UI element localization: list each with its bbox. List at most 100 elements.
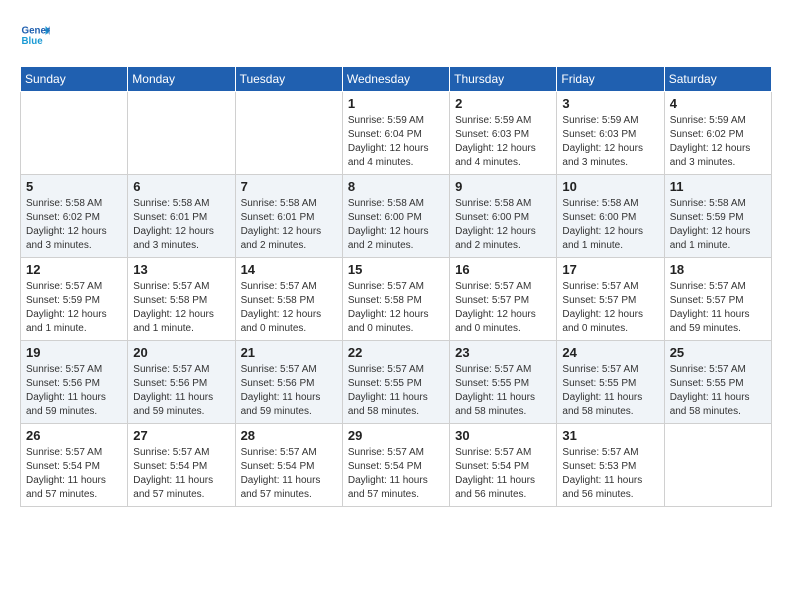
weekday-header-sunday: Sunday — [21, 67, 128, 92]
day-info: Sunrise: 5:57 AM Sunset: 5:53 PM Dayligh… — [562, 446, 658, 502]
day-number: 4 — [670, 96, 766, 111]
day-number: 1 — [348, 96, 444, 111]
day-number: 27 — [133, 428, 229, 443]
day-info: Sunrise: 5:59 AM Sunset: 6:02 PM Dayligh… — [670, 114, 766, 170]
day-cell-6: 6 Sunrise: 5:58 AM Sunset: 6:01 PM Daylig… — [128, 175, 235, 258]
day-number: 26 — [26, 428, 122, 443]
day-info: Sunrise: 5:57 AM Sunset: 5:56 PM Dayligh… — [241, 363, 337, 419]
day-info: Sunrise: 5:58 AM Sunset: 6:01 PM Dayligh… — [241, 197, 337, 253]
weekday-header-friday: Friday — [557, 67, 664, 92]
day-cell-27: 27 Sunrise: 5:57 AM Sunset: 5:54 PM Dayli… — [128, 424, 235, 507]
day-info: Sunrise: 5:57 AM Sunset: 5:58 PM Dayligh… — [348, 280, 444, 336]
day-info: Sunrise: 5:58 AM Sunset: 6:00 PM Dayligh… — [348, 197, 444, 253]
day-cell-25: 25 Sunrise: 5:57 AM Sunset: 5:55 PM Dayli… — [664, 341, 771, 424]
day-cell-4: 4 Sunrise: 5:59 AM Sunset: 6:02 PM Daylig… — [664, 92, 771, 175]
day-number: 8 — [348, 179, 444, 194]
day-number: 22 — [348, 345, 444, 360]
day-number: 17 — [562, 262, 658, 277]
day-cell-18: 18 Sunrise: 5:57 AM Sunset: 5:57 PM Dayli… — [664, 258, 771, 341]
week-row-1: 1Sunrise: 5:59 AM Sunset: 6:04 PM Daylig… — [21, 92, 772, 175]
day-cell-28: 28 Sunrise: 5:57 AM Sunset: 5:54 PM Dayli… — [235, 424, 342, 507]
day-cell-5: 5 Sunrise: 5:58 AM Sunset: 6:02 PM Daylig… — [21, 175, 128, 258]
day-number: 13 — [133, 262, 229, 277]
day-info: Sunrise: 5:57 AM Sunset: 5:57 PM Dayligh… — [562, 280, 658, 336]
logo: General Blue — [20, 20, 54, 50]
day-info: Sunrise: 5:57 AM Sunset: 5:55 PM Dayligh… — [562, 363, 658, 419]
day-number: 6 — [133, 179, 229, 194]
day-info: Sunrise: 5:58 AM Sunset: 6:02 PM Dayligh… — [26, 197, 122, 253]
day-info: Sunrise: 5:57 AM Sunset: 5:56 PM Dayligh… — [133, 363, 229, 419]
day-number: 11 — [670, 179, 766, 194]
day-number: 29 — [348, 428, 444, 443]
day-cell-8: 8 Sunrise: 5:58 AM Sunset: 6:00 PM Daylig… — [342, 175, 449, 258]
day-cell-26: 26Sunrise: 5:57 AM Sunset: 5:54 PM Dayli… — [21, 424, 128, 507]
day-info: Sunrise: 5:58 AM Sunset: 5:59 PM Dayligh… — [670, 197, 766, 253]
day-cell-30: 30 Sunrise: 5:57 AM Sunset: 5:54 PM Dayli… — [450, 424, 557, 507]
weekday-header-row: SundayMondayTuesdayWednesdayThursdayFrid… — [21, 67, 772, 92]
day-cell-10: 10Sunrise: 5:58 AM Sunset: 6:00 PM Dayli… — [557, 175, 664, 258]
day-info: Sunrise: 5:57 AM Sunset: 5:55 PM Dayligh… — [455, 363, 551, 419]
day-cell-31: 31Sunrise: 5:57 AM Sunset: 5:53 PM Dayli… — [557, 424, 664, 507]
day-cell-29: 29 Sunrise: 5:57 AM Sunset: 5:54 PM Dayli… — [342, 424, 449, 507]
day-number: 18 — [670, 262, 766, 277]
day-cell-24: 24 Sunrise: 5:57 AM Sunset: 5:55 PM Dayli… — [557, 341, 664, 424]
day-cell-2: 2 Sunrise: 5:59 AM Sunset: 6:03 PM Daylig… — [450, 92, 557, 175]
day-cell-15: 15 Sunrise: 5:57 AM Sunset: 5:58 PM Dayli… — [342, 258, 449, 341]
weekday-header-wednesday: Wednesday — [342, 67, 449, 92]
day-number: 9 — [455, 179, 551, 194]
day-number: 23 — [455, 345, 551, 360]
day-cell-17: 17 Sunrise: 5:57 AM Sunset: 5:57 PM Dayli… — [557, 258, 664, 341]
day-number: 28 — [241, 428, 337, 443]
day-info: Sunrise: 5:57 AM Sunset: 5:56 PM Dayligh… — [26, 363, 122, 419]
day-info: Sunrise: 5:59 AM Sunset: 6:03 PM Dayligh… — [455, 114, 551, 170]
day-number: 21 — [241, 345, 337, 360]
svg-text:Blue: Blue — [22, 36, 44, 47]
day-cell-14: 14Sunrise: 5:57 AM Sunset: 5:58 PM Dayli… — [235, 258, 342, 341]
empty-cell — [21, 92, 128, 175]
week-row-4: 19Sunrise: 5:57 AM Sunset: 5:56 PM Dayli… — [21, 341, 772, 424]
empty-cell — [128, 92, 235, 175]
day-number: 7 — [241, 179, 337, 194]
day-number: 2 — [455, 96, 551, 111]
day-info: Sunrise: 5:58 AM Sunset: 6:00 PM Dayligh… — [455, 197, 551, 253]
day-cell-11: 11 Sunrise: 5:58 AM Sunset: 5:59 PM Dayli… — [664, 175, 771, 258]
week-row-2: 5 Sunrise: 5:58 AM Sunset: 6:02 PM Daylig… — [21, 175, 772, 258]
calendar-table: SundayMondayTuesdayWednesdayThursdayFrid… — [20, 66, 772, 507]
page-header: General Blue — [20, 20, 772, 50]
day-cell-12: 12 Sunrise: 5:57 AM Sunset: 5:59 PM Dayli… — [21, 258, 128, 341]
day-cell-22: 22 Sunrise: 5:57 AM Sunset: 5:55 PM Dayli… — [342, 341, 449, 424]
weekday-header-tuesday: Tuesday — [235, 67, 342, 92]
day-cell-23: 23 Sunrise: 5:57 AM Sunset: 5:55 PM Dayli… — [450, 341, 557, 424]
logo-icon: General Blue — [20, 20, 50, 50]
day-info: Sunrise: 5:57 AM Sunset: 5:54 PM Dayligh… — [348, 446, 444, 502]
day-info: Sunrise: 5:57 AM Sunset: 5:54 PM Dayligh… — [455, 446, 551, 502]
day-number: 3 — [562, 96, 658, 111]
day-info: Sunrise: 5:57 AM Sunset: 5:54 PM Dayligh… — [241, 446, 337, 502]
weekday-header-saturday: Saturday — [664, 67, 771, 92]
day-info: Sunrise: 5:57 AM Sunset: 5:57 PM Dayligh… — [670, 280, 766, 336]
week-row-5: 26 Sunrise: 5:57 AM Sunset: 5:54 PM Dayli… — [21, 424, 772, 507]
day-number: 24 — [562, 345, 658, 360]
day-cell-3: 3 Sunrise: 5:59 AM Sunset: 6:03 PM Daylig… — [557, 92, 664, 175]
day-number: 10 — [562, 179, 658, 194]
day-number: 15 — [348, 262, 444, 277]
day-info: Sunrise: 5:59 AM Sunset: 6:03 PM Dayligh… — [562, 114, 658, 170]
day-info: Sunrise: 5:57 AM Sunset: 5:59 PM Dayligh… — [26, 280, 122, 336]
weekday-header-monday: Monday — [128, 67, 235, 92]
weekday-header-thursday: Thursday — [450, 67, 557, 92]
day-number: 14 — [241, 262, 337, 277]
day-cell-20: 20 Sunrise: 5:57 AM Sunset: 5:56 PM Dayli… — [128, 341, 235, 424]
day-number: 12 — [26, 262, 122, 277]
day-info: Sunrise: 5:57 AM Sunset: 5:57 PM Dayligh… — [455, 280, 551, 336]
day-number: 25 — [670, 345, 766, 360]
day-cell-13: 13Sunrise: 5:57 AM Sunset: 5:58 PM Dayli… — [128, 258, 235, 341]
day-cell-21: 21 Sunrise: 5:57 AM Sunset: 5:56 PM Dayli… — [235, 341, 342, 424]
day-number: 20 — [133, 345, 229, 360]
day-info: Sunrise: 5:57 AM Sunset: 5:55 PM Dayligh… — [670, 363, 766, 419]
day-number: 30 — [455, 428, 551, 443]
day-info: Sunrise: 5:58 AM Sunset: 6:01 PM Dayligh… — [133, 197, 229, 253]
day-info: Sunrise: 5:57 AM Sunset: 5:55 PM Dayligh… — [348, 363, 444, 419]
day-number: 5 — [26, 179, 122, 194]
day-number: 16 — [455, 262, 551, 277]
day-info: Sunrise: 5:57 AM Sunset: 5:54 PM Dayligh… — [133, 446, 229, 502]
